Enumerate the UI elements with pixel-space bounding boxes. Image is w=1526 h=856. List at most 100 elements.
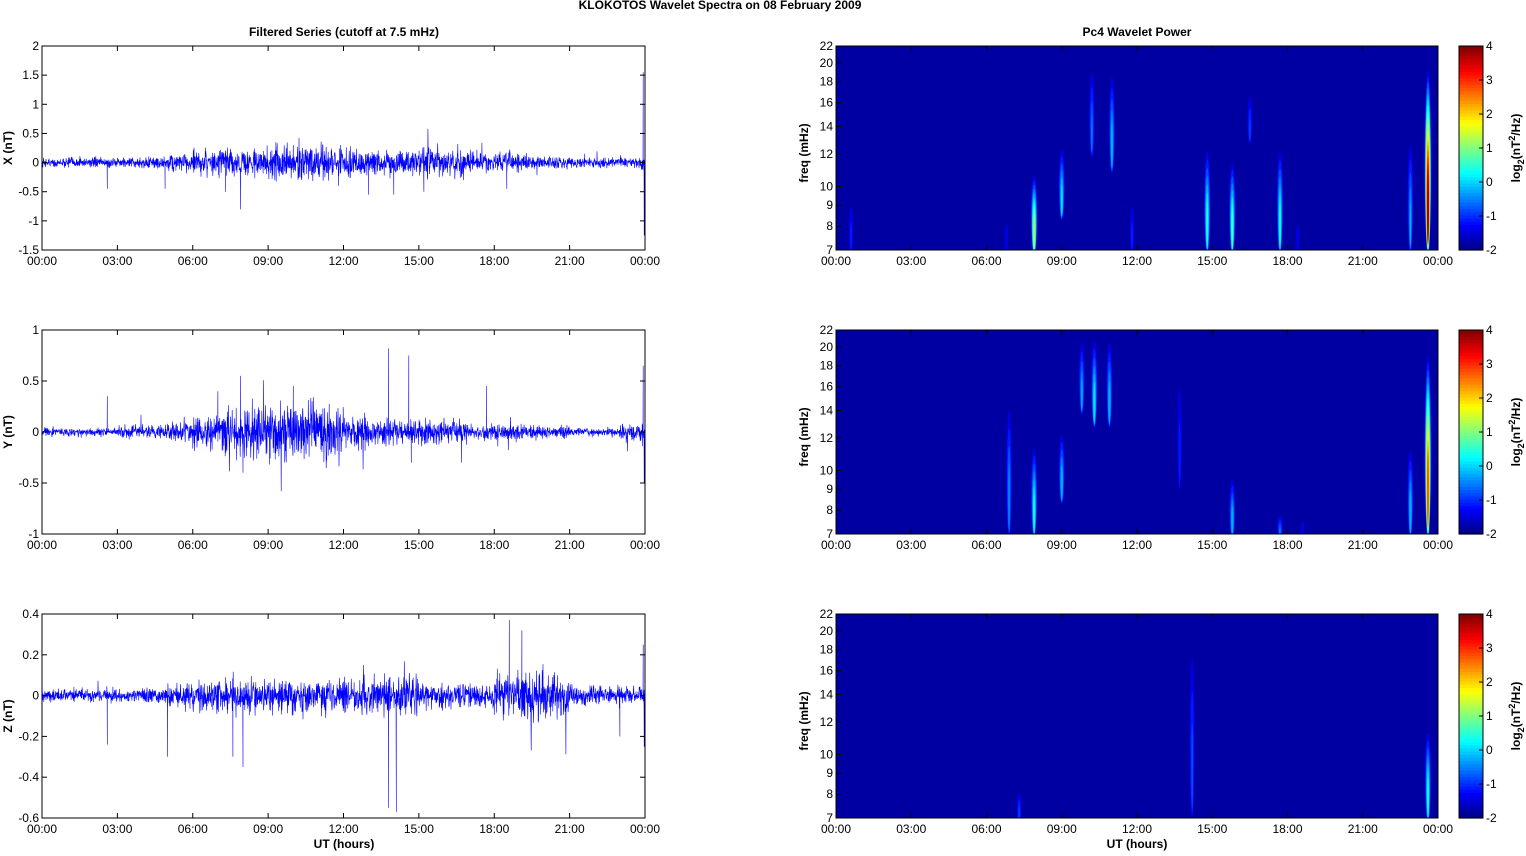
ytick-label: 9 — [826, 198, 833, 212]
spectrogram-xtick-label: 09:00 — [1047, 254, 1077, 268]
colorbar-label: log2(nT2/Hz) — [1507, 682, 1526, 751]
colorbar-label-part: /Hz) — [1509, 682, 1523, 704]
power-burst — [1295, 224, 1300, 250]
ytick-label: 20 — [820, 340, 834, 354]
series-xtick-label: 18:00 — [479, 254, 509, 268]
ytick-label: 18 — [820, 643, 834, 657]
series-xtick-label: 09:00 — [253, 254, 283, 268]
ytick-label: 12 — [820, 715, 834, 729]
ytick-label: 16 — [820, 96, 834, 110]
power-burst — [1108, 380, 1111, 424]
ytick-label: 10 — [820, 179, 834, 193]
colorbar-label-part: (nT — [1509, 424, 1523, 443]
ytick-label: -0.5 — [18, 476, 39, 490]
ytick-label: 10 — [820, 463, 834, 477]
colorbar-tick-label: 3 — [1486, 641, 1493, 655]
ytick-label: -0.4 — [18, 770, 39, 784]
ytick-label: 10 — [820, 747, 834, 761]
colorbar-tick-label: -1 — [1486, 209, 1497, 223]
power-burst — [850, 221, 853, 250]
power-burst — [1231, 210, 1234, 249]
series-xtick-label: 18:00 — [479, 822, 509, 836]
ytick-label: 14 — [820, 404, 834, 418]
series-xtick-label: 00:00 — [630, 538, 660, 552]
spectrogram-xtick-label: 00:00 — [1423, 254, 1453, 268]
series-xtick-label: 00:00 — [27, 822, 57, 836]
ytick-label: 16 — [820, 664, 834, 678]
ytick-label: 0 — [32, 425, 39, 439]
spectrogram-xtick-label: 21:00 — [1348, 822, 1378, 836]
series-xtick-label: 15:00 — [404, 538, 434, 552]
colorbar-tick-label: 3 — [1486, 357, 1493, 371]
ytick-label: 20 — [820, 624, 834, 638]
ytick-label: 2 — [32, 39, 39, 53]
spectrogram-xtick-label: 12:00 — [1122, 822, 1152, 836]
series-xtick-label: 03:00 — [102, 254, 132, 268]
colorbar-tick-label: 4 — [1486, 607, 1493, 621]
ylabel: Z (nT) — [1, 699, 15, 732]
power-burst — [1081, 379, 1083, 410]
series-xtick-label: 09:00 — [253, 822, 283, 836]
series-xtick-label: 15:00 — [404, 254, 434, 268]
power-burst — [1008, 463, 1011, 531]
spectrogram-xtick-label: 00:00 — [1423, 538, 1453, 552]
power-burst — [1178, 421, 1181, 486]
power-burst — [1091, 115, 1093, 153]
ytick-label: 22 — [820, 39, 834, 53]
power-burst — [1300, 521, 1305, 534]
colorbar-label-part: /Hz) — [1509, 114, 1523, 136]
colorbar-tick-label: 2 — [1486, 391, 1493, 405]
colorbar-tick-label: 0 — [1486, 743, 1493, 757]
ytick-label: 22 — [820, 323, 834, 337]
spectrogram-xtick-label: 21:00 — [1348, 254, 1378, 268]
series-xtick-label: 00:00 — [27, 254, 57, 268]
colorbar-tick-label: -2 — [1486, 243, 1497, 257]
series-xtick-label: 12:00 — [328, 254, 358, 268]
spectrogram-xtick-label: 09:00 — [1047, 538, 1077, 552]
colorbar-tick-label: -2 — [1486, 811, 1497, 825]
colorbar-label-part: log — [1509, 448, 1523, 466]
power-burst — [1191, 723, 1194, 810]
power-burst — [1427, 173, 1429, 242]
series-xtick-label: 00:00 — [630, 822, 660, 836]
spectrogram-xtick-label: 18:00 — [1272, 538, 1302, 552]
right-column-title: Pc4 Wavelet Power — [1083, 25, 1192, 39]
power-burst — [1110, 120, 1113, 169]
spectrogram-xtick-label: 00:00 — [821, 822, 851, 836]
spectrogram-xtick-label: 00:00 — [1423, 822, 1453, 836]
series-xtick-label: 06:00 — [178, 254, 208, 268]
series-xtick-label: 21:00 — [555, 254, 585, 268]
ytick-label: 22 — [820, 607, 834, 621]
ytick-label: 12 — [820, 147, 834, 161]
ylabel: freq (mHz) — [797, 407, 811, 466]
ytick-label: 18 — [820, 75, 834, 89]
spectrogram-xtick-label: 03:00 — [896, 538, 926, 552]
power-burst — [1033, 216, 1035, 250]
ytick-label: 9 — [826, 482, 833, 496]
spectrogram-xtick-label: 18:00 — [1272, 254, 1302, 268]
series-xtick-label: 18:00 — [479, 538, 509, 552]
ytick-label: 0.5 — [22, 374, 39, 388]
colorbar-label-part: log — [1509, 732, 1523, 750]
ytick-label: 16 — [820, 380, 834, 394]
ytick-label: 14 — [820, 120, 834, 134]
colorbar-tick-label: 1 — [1486, 425, 1493, 439]
ytick-label: 8 — [826, 787, 833, 801]
ytick-label: -0.2 — [18, 729, 39, 743]
ytick-label: 1 — [32, 97, 39, 111]
power-burst — [1033, 494, 1035, 533]
colorbar-tick-label: 0 — [1486, 459, 1493, 473]
ylabel: freq (mHz) — [797, 123, 811, 182]
colorbar-tick-label: 1 — [1486, 709, 1493, 723]
ylabel: freq (mHz) — [797, 691, 811, 750]
ytick-label: 20 — [820, 56, 834, 70]
spectrogram-xtick-label: 06:00 — [971, 538, 1001, 552]
spectrogram-xtick-label: 18:00 — [1272, 822, 1302, 836]
ytick-label: 0 — [32, 156, 39, 170]
power-burst — [1004, 224, 1009, 250]
ytick-label: 12 — [820, 431, 834, 445]
ytick-label: -0.5 — [18, 185, 39, 199]
spectrogram-xtick-label: 03:00 — [896, 254, 926, 268]
colorbar-tick-label: 2 — [1486, 107, 1493, 121]
left-column-title: Filtered Series (cutoff at 7.5 mHz) — [249, 25, 439, 39]
